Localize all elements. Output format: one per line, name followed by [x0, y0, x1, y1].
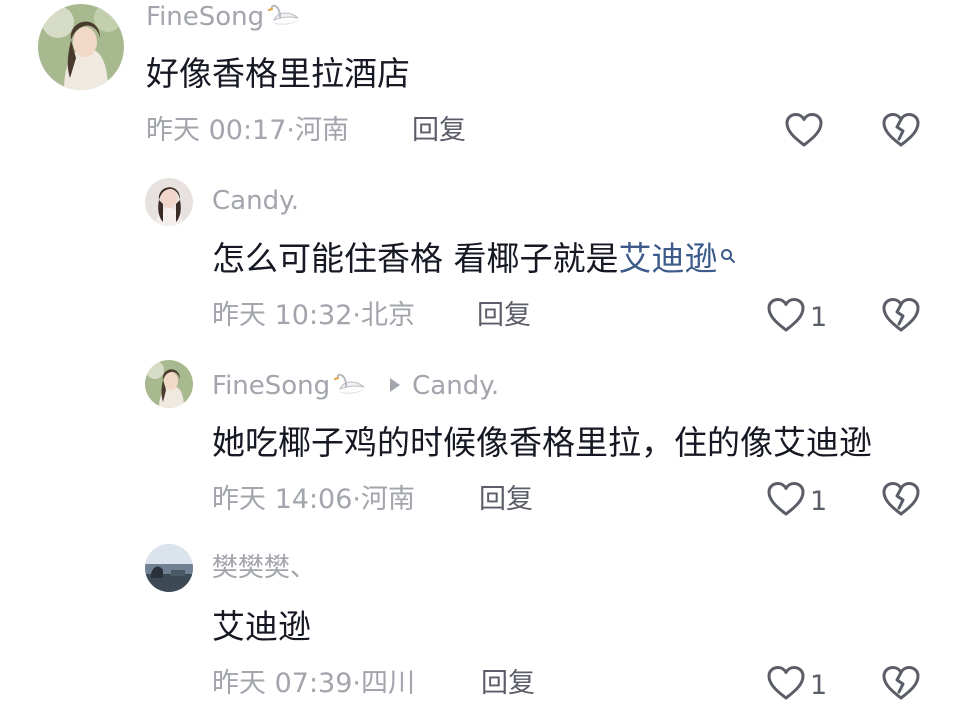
comment-location: 河南 [361, 484, 415, 515]
comment-location: 北京 [361, 300, 415, 331]
comment-time: 昨天 00:17 [146, 115, 287, 146]
comment-username[interactable]: Candy. [212, 188, 299, 214]
like-button[interactable]: 1 [766, 297, 827, 337]
comment-time: 昨天 14:06 [212, 484, 353, 515]
meta-separator: · [286, 115, 295, 146]
avatar[interactable] [38, 4, 124, 90]
like-count: 1 [810, 669, 828, 701]
comment-text: 怎么可能住香格 看椰子就是艾迪逊 [212, 242, 736, 275]
reply-arrow-icon [390, 377, 401, 392]
reply-button[interactable]: 回复 [412, 117, 466, 144]
dislike-button[interactable] [881, 297, 921, 337]
comment-time: 昨天 07:39 [212, 668, 353, 699]
comment-item: FineSong 好像香格里拉酒店 昨天 00:17·河南 回复 [0, 0, 960, 170]
like-button[interactable]: 1 [766, 665, 827, 705]
comment-location: 河南 [295, 115, 349, 146]
comment-username[interactable]: FineSong [146, 3, 302, 32]
broken-heart-icon [881, 482, 921, 521]
like-count: 1 [810, 301, 828, 333]
reply-button[interactable]: 回复 [479, 486, 533, 513]
swan-icon [266, 3, 302, 32]
broken-heart-icon [881, 113, 921, 152]
comment-location: 四川 [361, 668, 415, 699]
heart-icon [766, 665, 806, 705]
comment-username-text[interactable]: FineSong [212, 371, 330, 401]
heart-icon [784, 112, 824, 152]
meta-separator: · [352, 484, 361, 515]
reply-button[interactable]: 回复 [477, 302, 531, 329]
dislike-button[interactable] [881, 481, 921, 521]
avatar[interactable] [145, 544, 193, 592]
dislike-button[interactable] [881, 112, 921, 152]
reply-item: 樊樊樊、 艾迪逊 昨天 07:39·四川 回复 1 [0, 535, 960, 727]
comment-meta: 昨天 14:06·河南 [212, 486, 415, 513]
comment-text-body: 怎么可能住香格 看椰子就是 [212, 239, 619, 278]
avatar[interactable] [145, 360, 193, 408]
comment-text: 她吃椰子鸡的时候像香格里拉，住的像艾迪逊 [212, 423, 872, 462]
broken-heart-icon [881, 666, 921, 705]
comment-time: 昨天 10:32 [212, 300, 353, 331]
meta-separator: · [352, 300, 361, 331]
comment-meta: 昨天 10:32·北京 [212, 302, 415, 329]
search-icon[interactable] [720, 238, 736, 271]
search-link[interactable]: 艾迪逊 [619, 239, 718, 278]
comment-text: 好像香格里拉酒店 [146, 54, 410, 93]
dislike-button[interactable] [881, 665, 921, 705]
heart-icon [766, 481, 806, 521]
like-button[interactable]: 1 [766, 481, 827, 521]
comment-username-text[interactable]: FineSong [146, 2, 264, 32]
reply-item: FineSong Candy. 她吃椰子鸡的时候像香格里拉，住的像艾迪逊 昨天 1… [0, 350, 960, 535]
swan-icon [332, 372, 368, 401]
like-button[interactable] [784, 112, 828, 152]
broken-heart-icon [881, 298, 921, 337]
avatar[interactable] [145, 178, 193, 226]
reply-to-username[interactable]: Candy. [412, 373, 499, 399]
comment-meta: 昨天 07:39·四川 [212, 670, 415, 697]
meta-separator: · [352, 668, 361, 699]
comment-username[interactable]: FineSong Candy. [212, 372, 499, 401]
heart-icon [766, 297, 806, 337]
reply-button[interactable]: 回复 [481, 670, 535, 697]
comment-meta: 昨天 00:17·河南 [146, 117, 349, 144]
like-count: 1 [810, 485, 828, 517]
comment-text: 艾迪逊 [212, 607, 311, 646]
reply-item: Candy. 怎么可能住香格 看椰子就是艾迪逊 昨天 10:32·北京 回复 1 [0, 170, 960, 350]
comment-username[interactable]: 樊樊樊、 [212, 555, 316, 581]
